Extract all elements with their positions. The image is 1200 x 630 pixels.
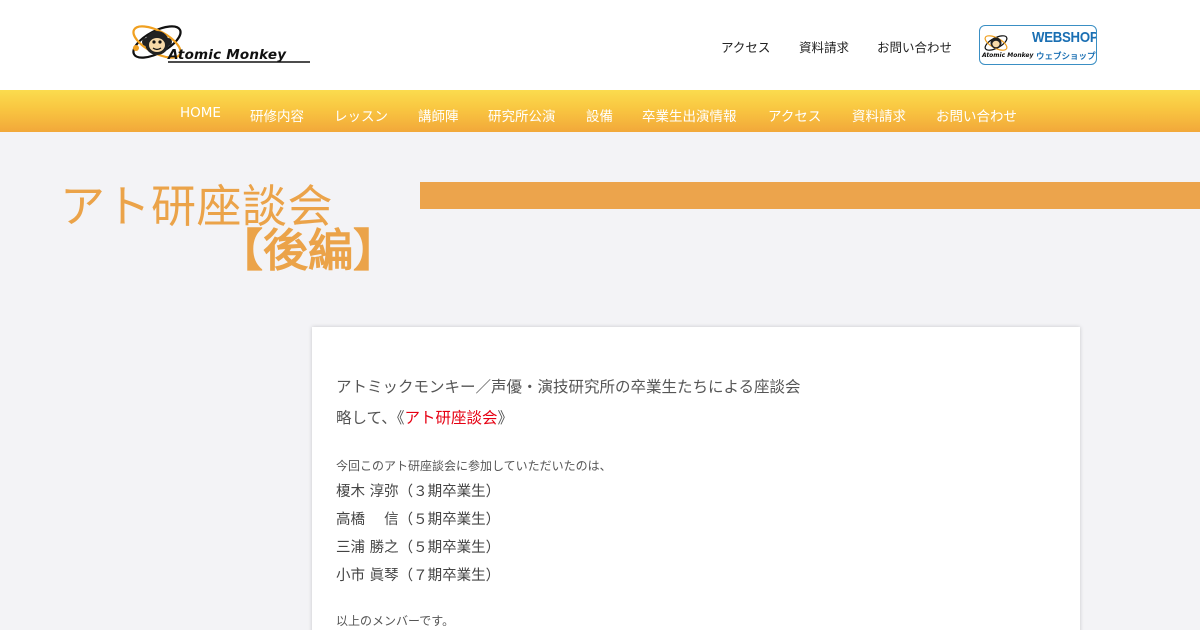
nav-instructors[interactable]: 講師陣 (418, 105, 459, 125)
top-link-contact[interactable]: お問い合わせ (877, 37, 952, 56)
member-item: 三浦 勝之（５期卒業生） (336, 540, 501, 556)
nav-contact[interactable]: お問い合わせ (936, 105, 1017, 125)
webshop-title: WEBSHOP (1032, 29, 1097, 46)
member-item: 小市 眞琴（７期卒業生） (336, 568, 501, 584)
top-link-access[interactable]: アクセス (721, 37, 770, 56)
site-logo[interactable]: Atomic Monkey (130, 14, 315, 72)
top-link-brochure[interactable]: 資料請求 (799, 37, 849, 56)
content-card: アトミックモンキー／声優・演技研究所の卒業生たちによる座談会 略して、《アト研座… (312, 327, 1080, 630)
webshop-banner[interactable]: Atomic Monkey WEBSHOP ウェブショップ (979, 25, 1097, 65)
intro-suffix: 》 (497, 409, 514, 427)
participants-intro: 今回このアト研座談会に参加していただいたのは、 (336, 459, 612, 473)
intro-text: アトミックモンキー／声優・演技研究所の卒業生たちによる座談会 (336, 378, 801, 396)
nav-training[interactable]: 研修内容 (250, 105, 304, 125)
nav-access[interactable]: アクセス (768, 105, 821, 125)
webshop-logo-text: Atomic Monkey (982, 52, 1034, 59)
webshop-subtitle: ウェブショップ (1036, 52, 1096, 62)
member-item: 高橋 信（５期卒業生） (336, 512, 501, 528)
site-header: Atomic Monkey アクセス 資料請求 お問い合わせ Atomic Mo… (0, 0, 1200, 90)
highlight-title: アト研座談会 (404, 409, 498, 427)
logo-text: Atomic Monkey (168, 47, 287, 63)
nav-performances[interactable]: 研究所公演 (488, 105, 556, 125)
closing-text: 以上のメンバーです。 (336, 614, 455, 628)
title-accent-bar (420, 182, 1200, 209)
intro-abbreviation: 略して、《アト研座談会》 (336, 406, 513, 428)
nav-brochure[interactable]: 資料請求 (852, 105, 906, 125)
nav-lessons[interactable]: レッスン (334, 105, 388, 125)
page-subtitle: 【後編】 (218, 224, 399, 277)
main-nav: HOME 研修内容 レッスン 講師陣 研究所公演 設備 卒業生出演情報 アクセス… (0, 90, 1200, 132)
nav-home[interactable]: HOME (180, 105, 221, 121)
intro-prefix: 略して、《 (336, 409, 405, 427)
nav-graduates[interactable]: 卒業生出演情報 (642, 105, 737, 125)
member-item: 榎木 淳弥（３期卒業生） (336, 484, 501, 500)
atom-monkey-logo-icon (132, 25, 310, 63)
nav-facilities[interactable]: 設備 (586, 105, 613, 125)
